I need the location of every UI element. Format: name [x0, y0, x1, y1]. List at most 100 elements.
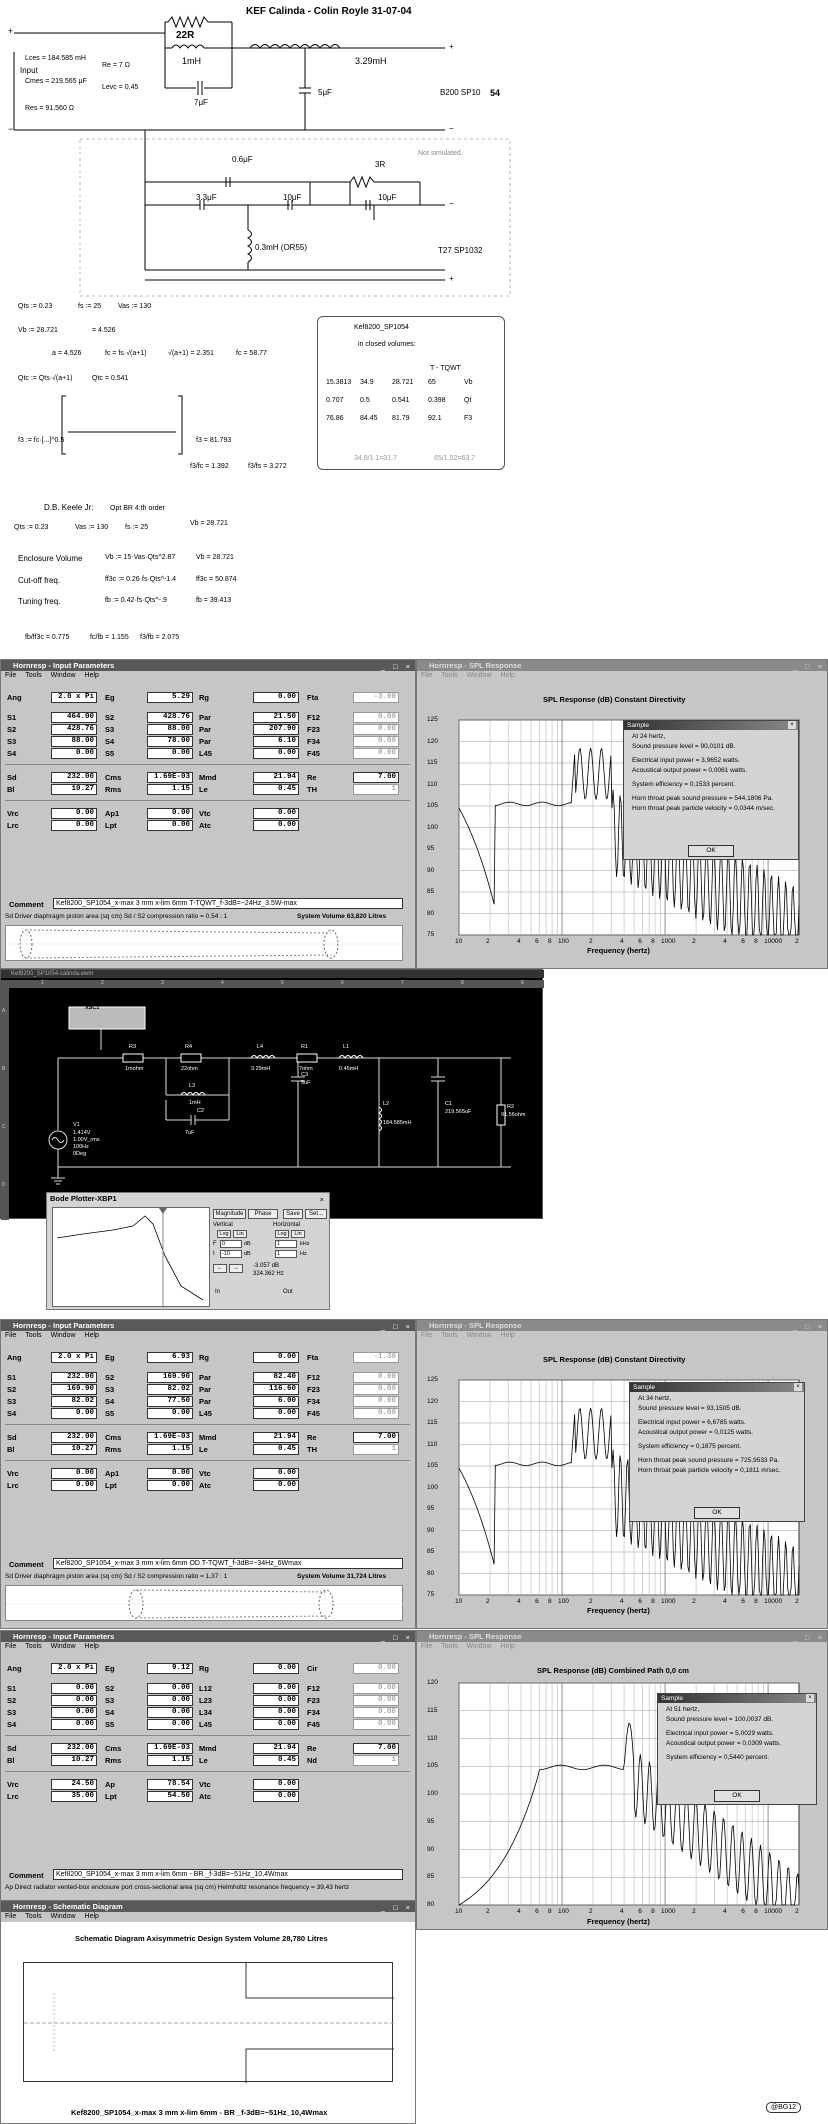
- param-field-bl[interactable]: 10.27: [51, 1444, 97, 1455]
- param-field-s3[interactable]: 0.00: [51, 1707, 97, 1718]
- menu-item-file[interactable]: File: [5, 1332, 16, 1339]
- bode-title-bar[interactable]: Bode Plotter-XBP1 ×: [47, 1193, 329, 1204]
- menu-item-file[interactable]: File: [5, 1643, 16, 1650]
- param-field-ang[interactable]: 2.0 x Pi: [51, 1352, 97, 1363]
- param-field-f23[interactable]: 0.00: [353, 1384, 399, 1395]
- param-field-s5[interactable]: 0.00: [147, 1719, 193, 1730]
- param-field-lrc[interactable]: 0.00: [51, 1480, 97, 1491]
- param-field-s5[interactable]: 0.00: [147, 748, 193, 759]
- param-field-s1[interactable]: 0.00: [51, 1683, 97, 1694]
- param-field-par[interactable]: 82.40: [253, 1372, 299, 1383]
- param-field-s4[interactable]: 0.00: [51, 1719, 97, 1730]
- param-field-l34[interactable]: 0.00: [253, 1707, 299, 1718]
- horizontal-lin-button[interactable]: Lin: [291, 1230, 305, 1238]
- dialog-close-icon[interactable]: ×: [794, 1383, 802, 1391]
- param-field-f45[interactable]: 0.00: [353, 748, 399, 759]
- param-field-f45[interactable]: 0.00: [353, 1719, 399, 1730]
- menu-item-tools[interactable]: Tools: [25, 1913, 41, 1920]
- ok-button[interactable]: OK: [714, 1790, 760, 1802]
- comment-field[interactable]: Kef8200_SP1054_x-max 3 mm x-lim 6mm - BR…: [53, 1869, 403, 1880]
- param-field-rms[interactable]: 1.15: [147, 1755, 193, 1766]
- param-field-s3[interactable]: 0.00: [147, 1695, 193, 1706]
- param-field-cir[interactable]: 0.00: [353, 1663, 399, 1674]
- param-field-l45[interactable]: 0.00: [253, 1408, 299, 1419]
- menu-item-file[interactable]: File: [5, 1913, 16, 1920]
- menu-item-tools[interactable]: Tools: [25, 672, 41, 679]
- param-field-mmd[interactable]: 21.94: [253, 772, 299, 783]
- param-field-rms[interactable]: 1.15: [147, 1444, 193, 1455]
- comment-field[interactable]: Kef8200_SP1054_x-max 3 mm x-lim 6mm OD T…: [53, 1558, 403, 1569]
- param-field-ang[interactable]: 2.0 x Pi: [51, 692, 97, 703]
- param-field-s4[interactable]: 77.50: [147, 1396, 193, 1407]
- param-field-cms[interactable]: 1.69E-03: [147, 1432, 193, 1443]
- vertical-lin-button[interactable]: Lin: [233, 1230, 247, 1238]
- param-field-nd[interactable]: 1: [353, 1755, 399, 1766]
- param-field-lrc[interactable]: 0.00: [51, 820, 97, 831]
- param-field-le[interactable]: 0.45: [253, 1755, 299, 1766]
- param-field-s2[interactable]: 428.76: [147, 712, 193, 723]
- param-field-s1[interactable]: 464.00: [51, 712, 97, 723]
- ok-button[interactable]: OK: [688, 845, 734, 857]
- param-field-bl[interactable]: 10.27: [51, 1755, 97, 1766]
- menu-item-help[interactable]: Help: [85, 1643, 99, 1650]
- menu-item-help[interactable]: Help: [85, 1913, 99, 1920]
- dialog-close-icon[interactable]: ×: [806, 1694, 814, 1702]
- param-field-s2[interactable]: 169.90: [51, 1384, 97, 1395]
- param-field-s1[interactable]: 232.00: [51, 1372, 97, 1383]
- save-button[interactable]: Save: [283, 1209, 303, 1219]
- window-title-bar[interactable]: Hornresp - Input Parameters _ □ ×: [1, 1320, 415, 1331]
- param-field-vtc[interactable]: 0.00: [253, 1779, 299, 1790]
- param-field-s3[interactable]: 88.00: [51, 736, 97, 747]
- param-field-sd[interactable]: 232.00: [51, 772, 97, 783]
- param-field-par[interactable]: 6.00: [253, 1396, 299, 1407]
- param-field-le[interactable]: 0.45: [253, 1444, 299, 1455]
- horizontal-final-input[interactable]: 1: [275, 1240, 297, 1248]
- bode-close-icon[interactable]: ×: [320, 1194, 327, 1205]
- menu-item-window[interactable]: Window: [51, 672, 76, 679]
- param-field-sd[interactable]: 232.00: [51, 1743, 97, 1754]
- param-field-par[interactable]: 6.10: [253, 736, 299, 747]
- param-field-s2[interactable]: 0.00: [147, 1683, 193, 1694]
- param-field-rg[interactable]: 0.00: [253, 692, 299, 703]
- param-field-mmd[interactable]: 21.94: [253, 1432, 299, 1443]
- param-field-ap1[interactable]: 0.00: [147, 1468, 193, 1479]
- param-field-fta[interactable]: -3.00: [353, 692, 399, 703]
- vertical-log-button[interactable]: Log: [217, 1230, 231, 1238]
- param-field-th[interactable]: 1: [353, 1444, 399, 1455]
- param-field-s5[interactable]: 0.00: [147, 1408, 193, 1419]
- param-field-s4[interactable]: 0.00: [147, 1707, 193, 1718]
- param-field-re[interactable]: 7.00: [353, 1432, 399, 1443]
- param-field-eg[interactable]: 9.12: [147, 1663, 193, 1674]
- param-field-s4[interactable]: 78.00: [147, 736, 193, 747]
- param-field-cms[interactable]: 1.69E-03: [147, 772, 193, 783]
- cursor-left-button[interactable]: ←: [213, 1264, 227, 1273]
- param-field-par[interactable]: 207.90: [253, 724, 299, 735]
- menu-item-tools[interactable]: Tools: [25, 1643, 41, 1650]
- param-field-f23[interactable]: 0.00: [353, 724, 399, 735]
- param-field-sd[interactable]: 232.00: [51, 1432, 97, 1443]
- window-controls[interactable]: _ □ ×: [381, 1902, 413, 1913]
- window-title-bar[interactable]: Hornresp - Schematic Diagram _ □ ×: [1, 1901, 415, 1912]
- param-field-f34[interactable]: 0.00: [353, 736, 399, 747]
- param-field-atc[interactable]: 0.00: [253, 1791, 299, 1802]
- param-field-ang[interactable]: 2.0 x Pi: [51, 1663, 97, 1674]
- param-field-par[interactable]: 21.50: [253, 712, 299, 723]
- param-field-lpt[interactable]: 54.50: [147, 1791, 193, 1802]
- menu-item-help[interactable]: Help: [85, 672, 99, 679]
- param-field-l23[interactable]: 0.00: [253, 1695, 299, 1706]
- phase-button[interactable]: Phase: [248, 1209, 278, 1219]
- param-field-re[interactable]: 7.00: [353, 1743, 399, 1754]
- ok-button[interactable]: OK: [694, 1507, 740, 1519]
- param-field-vtc[interactable]: 0.00: [253, 1468, 299, 1479]
- param-field-th[interactable]: 1: [353, 784, 399, 795]
- param-field-le[interactable]: 0.45: [253, 784, 299, 795]
- param-field-lpt[interactable]: 0.00: [147, 1480, 193, 1491]
- param-field-rms[interactable]: 1.15: [147, 784, 193, 795]
- param-field-f23[interactable]: 0.00: [353, 1695, 399, 1706]
- param-field-lpt[interactable]: 0.00: [147, 820, 193, 831]
- param-field-atc[interactable]: 0.00: [253, 1480, 299, 1491]
- menu-item-window[interactable]: Window: [51, 1332, 76, 1339]
- param-field-rg[interactable]: 0.00: [253, 1352, 299, 1363]
- param-field-s3[interactable]: 82.02: [51, 1396, 97, 1407]
- param-field-vrc[interactable]: 0.00: [51, 808, 97, 819]
